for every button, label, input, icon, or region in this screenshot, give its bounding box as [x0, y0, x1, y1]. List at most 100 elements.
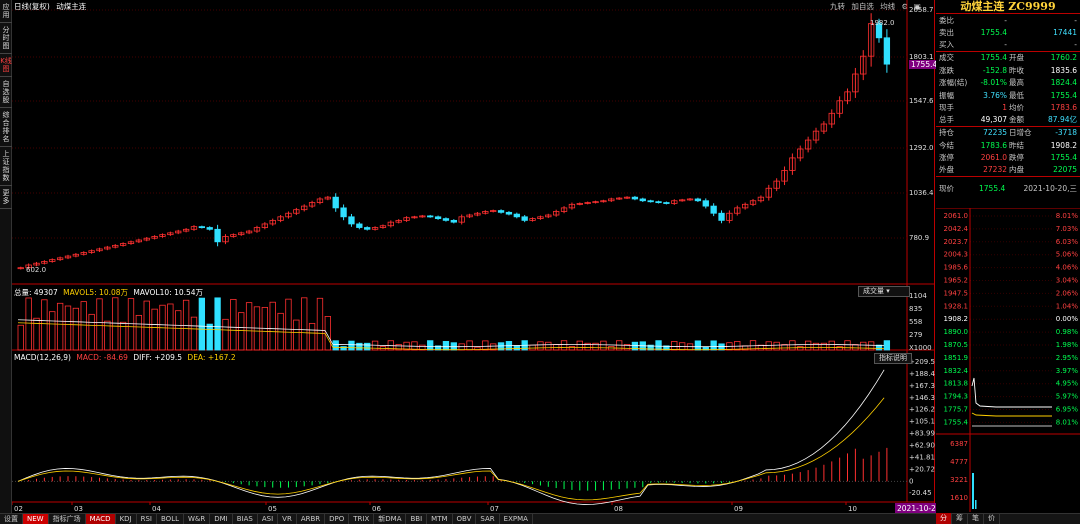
volume-bar: [773, 341, 780, 351]
tab-obv[interactable]: OBV: [453, 513, 477, 524]
volume-bar: [49, 311, 56, 351]
price-tick: 780.9: [909, 234, 929, 242]
quote-value2: 1755.4: [1050, 153, 1077, 163]
candle: [631, 196, 639, 200]
intraday-vol-tick: 6387: [950, 440, 968, 448]
quote-tab-0[interactable]: 分: [936, 513, 952, 524]
intraday-price-tick: 1851.9: [944, 354, 969, 362]
volume-bar: [356, 342, 363, 351]
spot-value: 1755.4: [979, 184, 1006, 194]
quote-label2: 开盘: [1009, 53, 1024, 63]
quote-tab-3[interactable]: 价: [984, 513, 1000, 524]
tab-mtm[interactable]: MTM: [427, 513, 453, 524]
macd-tick: +146.3: [909, 394, 935, 402]
tab-trix[interactable]: TRIX: [349, 513, 375, 524]
volume-bar: [64, 305, 72, 351]
quote-value2: -3718: [1055, 128, 1077, 138]
left-sidebar: 应用 分时图 K线图 自选股 综合排名 上证指数 更多: [0, 0, 12, 524]
intraday-chart[interactable]: 2061.0 8.01% 2042.4 7.03% 2023.7 6.03% 2004.3 5…: [936, 208, 1080, 512]
vol-tick: 1104: [909, 292, 927, 300]
macd-tick: +105.1: [909, 417, 935, 425]
quote-row: 委比 - -: [936, 14, 1080, 27]
volume-bar: [230, 298, 237, 351]
sidebar-item-4[interactable]: 综合排名: [0, 108, 12, 147]
sidebar-item-3[interactable]: 自选股: [0, 77, 12, 108]
main-chart-area[interactable]: 日线(复权) 动煤主连 九转 加自选 均线 ⚙ ▣ 2058.7 1803.1 15…: [12, 0, 953, 524]
intraday-pct-tick: 6.03%: [1056, 238, 1079, 246]
tab-bbi[interactable]: BBI: [406, 513, 428, 524]
indicator-tabbar: 设置 NEW 指标广场 MACD KDJ RSI BOLL W&R DMI BIAS ASI VR AR…: [0, 513, 1080, 524]
sidebar-item-5[interactable]: 上证指数: [0, 147, 12, 186]
volume-bar: [600, 340, 607, 351]
intraday-pct-tick: 7.03%: [1056, 225, 1079, 233]
tab-macd[interactable]: MACD: [85, 513, 116, 524]
tab-dpo[interactable]: DPO: [325, 513, 350, 524]
quote-value: 2061.0: [980, 153, 1007, 163]
quote-label2: 跌停: [1009, 153, 1024, 163]
volume-bar: [545, 341, 552, 351]
vol-ma10: MAVOL10: 10.54万: [133, 288, 204, 297]
tab-boll[interactable]: BOLL: [157, 513, 184, 524]
volume-bar: [301, 297, 308, 351]
quote-label: 振幅: [939, 90, 954, 100]
sidebar-item-2[interactable]: K线图: [0, 54, 12, 77]
quote-value2: 1760.2: [1050, 53, 1077, 63]
volume-bar: [537, 341, 544, 351]
intraday-pct-tick: 8.01%: [1056, 212, 1079, 220]
volume-bar: [513, 345, 520, 351]
quote-tab-1[interactable]: 筹: [952, 513, 968, 524]
chart-canvas[interactable]: 2058.71803.11547.61292.01036.4780.91982.…: [12, 0, 935, 513]
tab-arbr[interactable]: ARBR: [297, 513, 326, 524]
intraday-pct-tick: 4.06%: [1056, 264, 1079, 272]
quote-label: 今结: [939, 140, 954, 150]
indicator-help-button[interactable]: 指标说明: [874, 353, 912, 364]
tab-rsi[interactable]: RSI: [137, 513, 157, 524]
intraday-price-tick: 2023.7: [944, 238, 969, 246]
intraday-price-tick: 1928.1: [944, 302, 969, 310]
sidebar-item-0[interactable]: 应用: [0, 0, 12, 23]
quote-label: 买入: [939, 40, 954, 50]
volume-selector[interactable]: 成交量 ▾: [858, 286, 910, 297]
month-label: 04: [152, 505, 161, 513]
volume-bar: [568, 346, 576, 351]
volume-bar: [222, 318, 229, 351]
tab-dmi[interactable]: DMI: [210, 513, 233, 524]
volume-bar: [182, 299, 190, 351]
quote-label: 卖出: [939, 28, 954, 38]
intraday-pct-tick: 0.00%: [1056, 315, 1079, 323]
volume-bar: [466, 340, 473, 351]
candle: [647, 200, 654, 203]
tab-asi[interactable]: ASI: [258, 513, 279, 524]
tab-w&r[interactable]: W&R: [184, 513, 211, 524]
sidebar-item-6[interactable]: 更多: [0, 186, 12, 209]
tab-kdj[interactable]: KDJ: [116, 513, 137, 524]
volume-bar: [694, 340, 702, 351]
volume-bar: [828, 340, 835, 351]
intraday-vol-bar: [975, 500, 977, 509]
quote-label2: 昨结: [1009, 140, 1024, 150]
quote-row: 现手 1 均价 1783.6: [936, 102, 1080, 115]
quote-value2: 1755.4: [1050, 90, 1077, 100]
tab-新dma[interactable]: 新DMA: [374, 513, 407, 524]
tab-bias[interactable]: BIAS: [233, 513, 258, 524]
volume-bar: [143, 300, 150, 351]
quote-label2: 日增仓: [1009, 128, 1032, 138]
sidebar-item-1[interactable]: 分时图: [0, 23, 12, 54]
tab-new[interactable]: NEW: [23, 513, 49, 524]
low-label: 602.0: [26, 266, 46, 274]
tab-指标广场[interactable]: 指标广场: [49, 513, 86, 524]
vol-tick: 558: [909, 318, 922, 326]
candle: [694, 198, 702, 202]
quote-value2: 22075: [1053, 165, 1077, 175]
quote-label: 成交: [939, 53, 954, 63]
tab-设置[interactable]: 设置: [0, 513, 23, 524]
intraday-pct-tick: 5.97%: [1056, 393, 1079, 401]
quote-tab-2[interactable]: 笔: [968, 513, 984, 524]
tab-sar[interactable]: SAR: [476, 513, 500, 524]
volume-bar: [88, 313, 95, 351]
vol-tick: X1000: [909, 344, 932, 352]
quote-label2: 最低: [1009, 90, 1024, 100]
tab-vr[interactable]: VR: [278, 513, 297, 524]
tab-expma[interactable]: EXPMA: [500, 513, 533, 524]
quote-value: -: [1004, 15, 1007, 25]
